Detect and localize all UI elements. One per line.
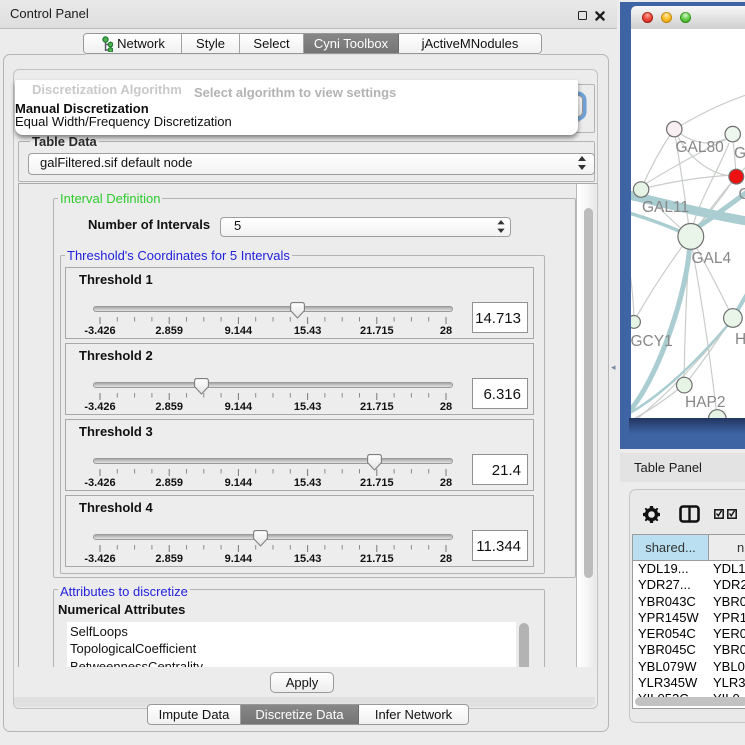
svg-text:H: H [735,331,745,348]
svg-text:C: C [739,186,745,203]
svg-text:G.: G. [734,145,745,162]
svg-text:GAL80: GAL80 [676,139,725,156]
svg-text:GAL11: GAL11 [642,199,689,216]
svg-text:HAP2: HAP2 [685,394,726,411]
svg-text:GAL4: GAL4 [692,250,732,267]
svg-text:GCY1: GCY1 [631,333,673,350]
